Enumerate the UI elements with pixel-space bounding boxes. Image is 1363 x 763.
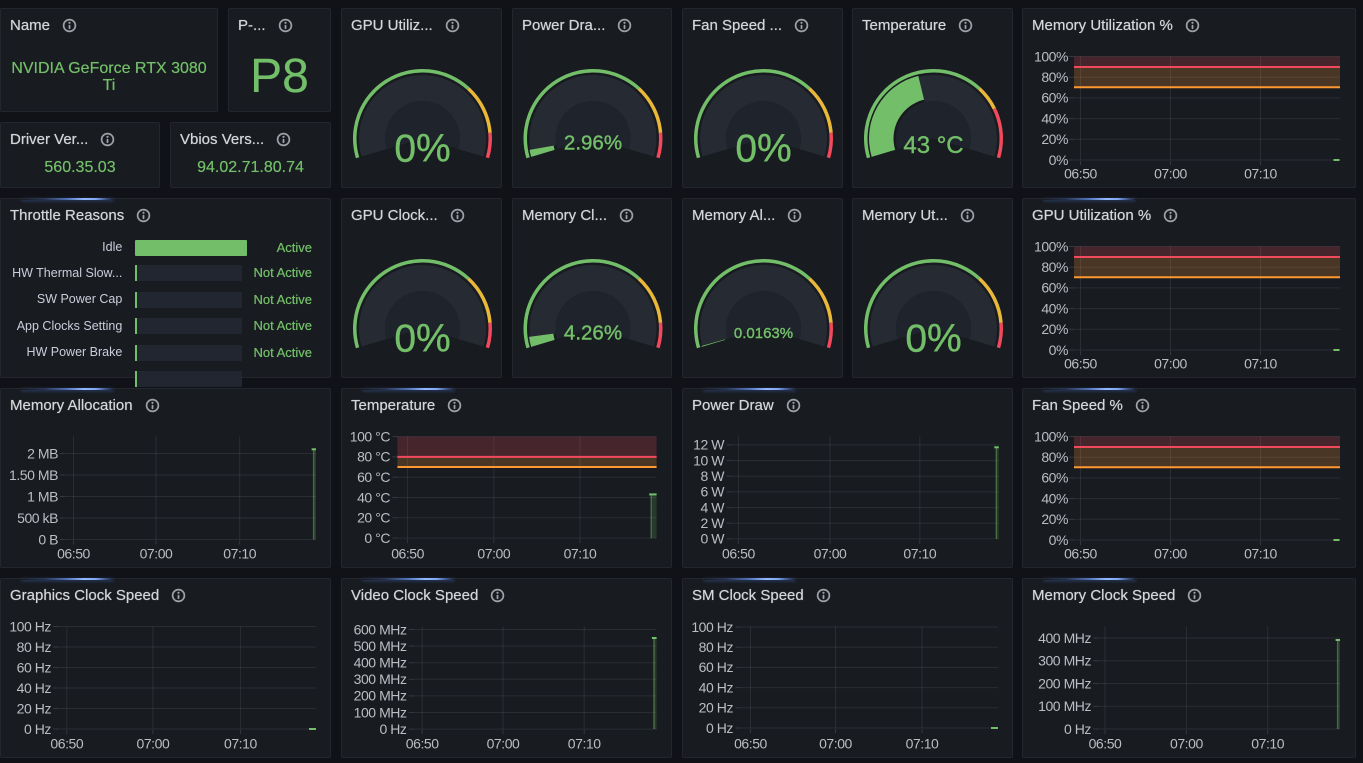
svg-text:06:50: 06:50	[1089, 736, 1122, 752]
svg-text:06:50: 06:50	[722, 546, 755, 562]
svg-text:07:10: 07:10	[1251, 736, 1284, 752]
svg-text:0%: 0%	[905, 318, 961, 361]
svg-text:4 W: 4 W	[700, 499, 725, 515]
svg-text:43 °C: 43 °C	[903, 132, 963, 159]
svg-text:0 B: 0 B	[38, 531, 58, 547]
svg-text:0%: 0%	[394, 128, 450, 171]
svg-text:6 W: 6 W	[700, 484, 725, 500]
svg-text:40 Hz: 40 Hz	[17, 680, 52, 696]
svg-text:06:50: 06:50	[1064, 166, 1097, 182]
svg-text:20 Hz: 20 Hz	[17, 700, 52, 716]
svg-text:07:00: 07:00	[1170, 736, 1203, 752]
svg-text:80%: 80%	[1041, 449, 1068, 465]
svg-text:80 °C: 80 °C	[357, 449, 390, 465]
svg-text:06:50: 06:50	[734, 736, 767, 752]
svg-text:80 Hz: 80 Hz	[17, 639, 52, 655]
svg-text:100 MHz: 100 MHz	[1038, 698, 1091, 714]
svg-text:0%: 0%	[735, 128, 791, 171]
svg-text:8 W: 8 W	[700, 468, 725, 484]
svg-text:0 °C: 0 °C	[364, 530, 390, 546]
svg-text:20 Hz: 20 Hz	[699, 700, 734, 716]
svg-text:80%: 80%	[1041, 69, 1068, 85]
svg-text:0 Hz: 0 Hz	[24, 721, 51, 737]
svg-text:60%: 60%	[1041, 280, 1068, 296]
svg-text:07:10: 07:10	[906, 736, 939, 752]
svg-text:100 Hz: 100 Hz	[691, 619, 733, 635]
svg-text:07:00: 07:00	[1154, 166, 1187, 182]
svg-text:0%: 0%	[394, 318, 450, 361]
svg-text:400 MHz: 400 MHz	[1038, 630, 1091, 646]
svg-text:200 MHz: 200 MHz	[354, 688, 407, 704]
svg-text:40%: 40%	[1041, 110, 1068, 126]
svg-text:60 °C: 60 °C	[357, 469, 390, 485]
svg-text:0 Hz: 0 Hz	[380, 721, 407, 737]
svg-text:07:00: 07:00	[1154, 546, 1187, 562]
svg-text:2 W: 2 W	[700, 515, 725, 531]
svg-text:400 MHz: 400 MHz	[354, 655, 407, 671]
svg-text:07:10: 07:10	[1244, 166, 1277, 182]
svg-text:07:10: 07:10	[903, 546, 936, 562]
svg-text:07:10: 07:10	[1244, 356, 1277, 372]
svg-text:07:10: 07:10	[1244, 546, 1277, 562]
svg-text:40 °C: 40 °C	[357, 489, 390, 505]
svg-text:40%: 40%	[1041, 490, 1068, 506]
svg-text:07:10: 07:10	[224, 736, 257, 752]
svg-text:40%: 40%	[1041, 300, 1068, 316]
svg-text:80 Hz: 80 Hz	[699, 639, 734, 655]
svg-text:06:50: 06:50	[406, 736, 439, 752]
svg-text:100%: 100%	[1034, 238, 1068, 254]
svg-text:07:10: 07:10	[564, 546, 597, 562]
svg-text:07:10: 07:10	[568, 736, 601, 752]
svg-text:100%: 100%	[1034, 428, 1068, 444]
svg-text:12 W: 12 W	[693, 437, 725, 453]
svg-text:07:00: 07:00	[819, 736, 852, 752]
svg-text:07:00: 07:00	[487, 736, 520, 752]
svg-text:07:00: 07:00	[477, 546, 510, 562]
svg-text:60%: 60%	[1041, 470, 1068, 486]
svg-text:300 MHz: 300 MHz	[1038, 653, 1091, 669]
svg-text:500 kB: 500 kB	[17, 510, 58, 526]
svg-text:100%: 100%	[1034, 48, 1068, 64]
svg-text:20%: 20%	[1041, 511, 1068, 527]
svg-text:600 MHz: 600 MHz	[354, 621, 407, 637]
svg-text:20 °C: 20 °C	[357, 510, 390, 526]
svg-text:1 MB: 1 MB	[27, 488, 58, 504]
svg-text:06:50: 06:50	[1064, 546, 1097, 562]
svg-text:06:50: 06:50	[1064, 356, 1097, 372]
svg-text:300 MHz: 300 MHz	[354, 671, 407, 687]
svg-text:100 °C: 100 °C	[350, 428, 391, 444]
svg-text:60 Hz: 60 Hz	[17, 659, 52, 675]
svg-text:07:00: 07:00	[137, 736, 170, 752]
svg-text:20%: 20%	[1041, 131, 1068, 147]
svg-text:100 MHz: 100 MHz	[354, 704, 407, 720]
svg-text:60 Hz: 60 Hz	[699, 659, 734, 675]
svg-text:07:00: 07:00	[814, 546, 847, 562]
svg-text:0 Hz: 0 Hz	[706, 720, 733, 736]
svg-text:4.26%: 4.26%	[564, 322, 622, 345]
svg-text:0.0163%: 0.0163%	[734, 325, 793, 342]
svg-text:60%: 60%	[1041, 90, 1068, 106]
svg-text:06:50: 06:50	[391, 546, 424, 562]
svg-text:0 Hz: 0 Hz	[1064, 721, 1091, 737]
svg-text:07:00: 07:00	[1154, 356, 1187, 372]
svg-text:200 MHz: 200 MHz	[1038, 675, 1091, 691]
svg-text:2 MB: 2 MB	[27, 445, 58, 461]
svg-text:07:10: 07:10	[223, 546, 256, 562]
svg-text:80%: 80%	[1041, 259, 1068, 275]
svg-text:100 Hz: 100 Hz	[9, 618, 51, 634]
svg-text:10 W: 10 W	[693, 452, 725, 468]
svg-text:500 MHz: 500 MHz	[354, 638, 407, 654]
svg-text:0 W: 0 W	[700, 531, 725, 547]
svg-text:40 Hz: 40 Hz	[699, 679, 734, 695]
svg-text:2.96%: 2.96%	[564, 132, 622, 155]
svg-text:06:50: 06:50	[57, 546, 90, 562]
svg-text:1.50 MB: 1.50 MB	[9, 467, 58, 483]
svg-text:20%: 20%	[1041, 321, 1068, 337]
svg-text:06:50: 06:50	[50, 736, 83, 752]
svg-text:07:00: 07:00	[140, 546, 173, 562]
